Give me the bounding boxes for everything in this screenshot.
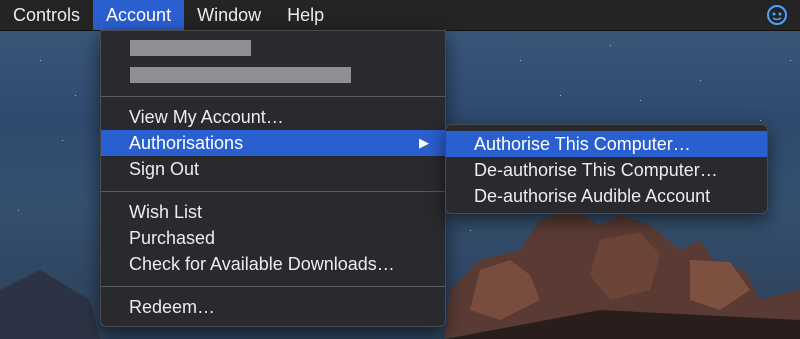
authorisations-submenu: Authorise This Computer… De-authorise Th… bbox=[445, 124, 768, 214]
menu-item-redeem[interactable]: Redeem… bbox=[101, 294, 445, 320]
menu-separator bbox=[101, 96, 445, 97]
redacted-name bbox=[130, 40, 251, 56]
menu-window[interactable]: Window bbox=[184, 0, 274, 30]
chevron-right-icon: ▶ bbox=[419, 135, 429, 150]
menu-item-check-downloads[interactable]: Check for Available Downloads… bbox=[101, 251, 445, 277]
menu-item-purchased[interactable]: Purchased bbox=[101, 225, 445, 251]
menu-item-deauthorise-computer[interactable]: De-authorise This Computer… bbox=[446, 157, 767, 183]
menu-item-authorise-computer[interactable]: Authorise This Computer… bbox=[446, 131, 767, 157]
menu-item-authorisations[interactable]: Authorisations ▶ bbox=[101, 130, 445, 156]
account-menu: View My Account… Authorisations ▶ Sign O… bbox=[100, 30, 446, 327]
menu-item-sign-out[interactable]: Sign Out bbox=[101, 156, 445, 182]
redacted-email bbox=[130, 67, 351, 83]
menu-help[interactable]: Help bbox=[274, 0, 337, 30]
menu-item-deauthorise-audible[interactable]: De-authorise Audible Account bbox=[446, 183, 767, 209]
cat-face-icon[interactable] bbox=[766, 4, 788, 26]
menu-item-wish-list[interactable]: Wish List bbox=[101, 199, 445, 225]
menu-controls[interactable]: Controls bbox=[0, 0, 93, 30]
menu-separator bbox=[101, 191, 445, 192]
menu-item-view-my-account[interactable]: View My Account… bbox=[101, 104, 445, 130]
menu-bar: Controls Account Window Help bbox=[0, 0, 800, 31]
menu-separator bbox=[101, 286, 445, 287]
menu-account[interactable]: Account bbox=[93, 0, 185, 30]
menu-item-label: Authorisations bbox=[129, 133, 244, 153]
